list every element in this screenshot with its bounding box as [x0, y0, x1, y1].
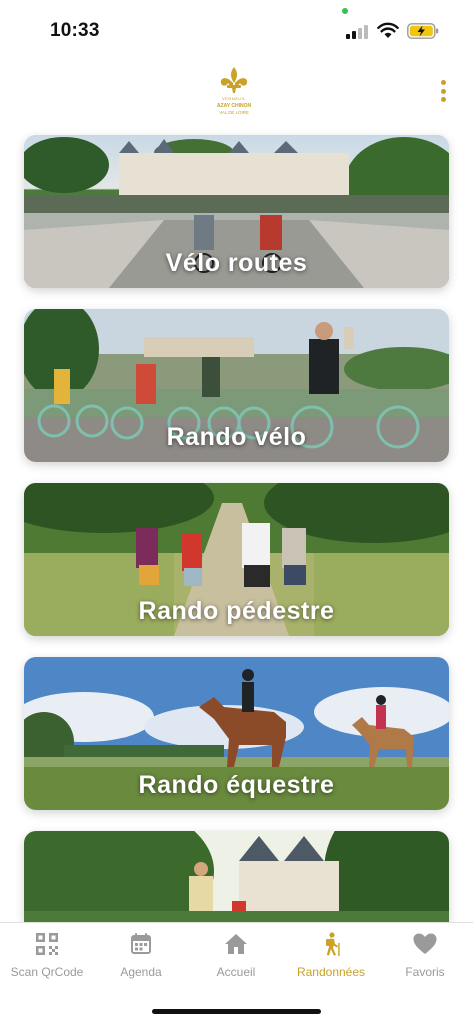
card-label: Vélo routes	[165, 249, 308, 277]
svg-text:VERNEUIL: VERNEUIL	[222, 96, 246, 101]
card-partial[interactable]	[24, 831, 449, 922]
tab-label: Randonnées	[296, 965, 366, 979]
tab-label: Accueil	[216, 965, 256, 979]
card-label: Rando équestre	[138, 771, 335, 799]
calendar-icon	[131, 933, 151, 954]
hiker-icon	[326, 932, 340, 956]
heart-icon	[413, 933, 437, 954]
status-bar: 10:33	[0, 0, 473, 60]
card-velo-routes[interactable]: Vélo routes	[24, 135, 449, 288]
tab-label: Scan QrCode	[10, 965, 84, 979]
tab-scan-qrcode[interactable]: Scan QrCode	[0, 931, 94, 981]
tab-label: Favoris	[405, 965, 445, 979]
card-rando-pedestre[interactable]: Rando pédestre	[24, 483, 449, 636]
privacy-indicator-dot	[342, 8, 348, 14]
tab-randonnees[interactable]: Randonnées	[284, 931, 378, 981]
battery-charging-icon	[407, 23, 439, 39]
tab-favoris[interactable]: Favoris	[378, 931, 472, 981]
tab-agenda[interactable]: Agenda	[94, 931, 188, 981]
tab-accueil[interactable]: Accueil	[189, 931, 283, 981]
card-rando-equestre[interactable]: Rando équestre	[24, 657, 449, 810]
qrcode-icon	[36, 933, 58, 955]
card-rando-velo[interactable]: Rando vélo	[24, 309, 449, 462]
tab-label: Agenda	[120, 965, 162, 979]
fleur-de-lis-logo: VERNEUIL AZAY CHINON VAL DE LOIRE	[217, 67, 252, 115]
card-label: Rando vélo	[166, 423, 307, 451]
home-indicator	[152, 1009, 321, 1014]
home-icon	[225, 934, 247, 954]
more-vertical-icon[interactable]	[434, 78, 452, 104]
logo-line-2: VAL DE LOIRE	[219, 110, 249, 115]
cellular-signal-icon	[346, 25, 370, 39]
wifi-icon	[377, 22, 399, 38]
logo-line-1: AZAY CHINON	[217, 103, 252, 109]
card-photo-chateau-garden	[24, 831, 449, 922]
app-header: VERNEUIL AZAY CHINON VAL DE LOIRE	[0, 60, 473, 128]
status-time: 10:33	[50, 20, 100, 41]
card-label: Rando pédestre	[138, 597, 335, 625]
